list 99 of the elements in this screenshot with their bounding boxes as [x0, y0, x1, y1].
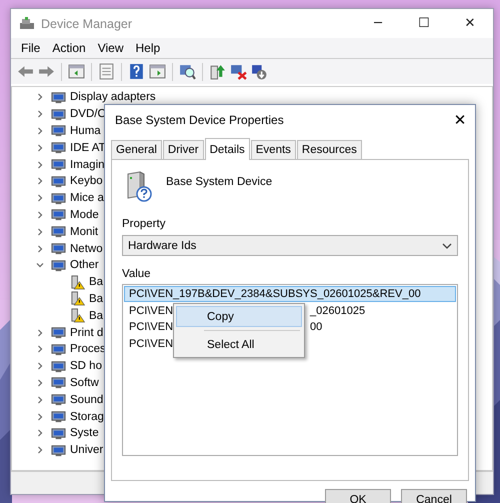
tree-item[interactable]: Storag: [70, 410, 104, 423]
update-icon[interactable]: [209, 63, 226, 80]
dialog-title: Base System Device Properties: [115, 113, 284, 127]
expand-chevron-icon[interactable]: [36, 362, 44, 370]
close-button[interactable]: ✕: [445, 107, 475, 133]
cancel-button[interactable]: Cancel: [401, 489, 467, 503]
collapse-chevron-icon[interactable]: [36, 261, 44, 270]
tree-item[interactable]: Keybo: [70, 175, 103, 188]
menu-item[interactable]: Help: [130, 39, 166, 57]
expand-chevron-icon[interactable]: [36, 412, 44, 421]
menu-item[interactable]: View: [92, 39, 130, 57]
tree-item[interactable]: IDE AT: [70, 142, 106, 154]
list-item-text: _02601025: [310, 304, 366, 317]
list-item-text: 00: [310, 321, 322, 334]
device-category-icon: [51, 258, 66, 273]
tree-item[interactable]: Mice a: [70, 192, 104, 204]
tree-item[interactable]: Display adapters: [70, 91, 156, 104]
device-category-icon: [51, 392, 66, 408]
list-item[interactable]: PCI\VEN_197B&DEV_2384&SUBSYS_02601025&REV_00: [124, 286, 456, 302]
expand-chevron-icon[interactable]: [36, 93, 44, 102]
tree-item[interactable]: Mode: [70, 208, 99, 221]
expand-chevron-icon[interactable]: [36, 194, 44, 202]
panel-icon[interactable]: [149, 63, 166, 80]
expand-chevron-icon[interactable]: [36, 396, 44, 404]
tree-item[interactable]: Monit: [70, 226, 98, 238]
device-category-icon: [51, 174, 66, 189]
device-category-icon: [51, 123, 66, 138]
device-category-icon: [51, 342, 66, 357]
tree-item[interactable]: Ba: [89, 276, 104, 288]
tree-item[interactable]: SD ho: [70, 360, 102, 372]
property-dropdown[interactable]: Hardware Ids: [122, 235, 458, 256]
context-menu-item[interactable]: Copy: [176, 306, 302, 327]
device-manager-icon: [19, 16, 35, 32]
tree-item[interactable]: Proces: [70, 343, 106, 356]
window-title: Device Manager: [41, 16, 132, 30]
warning-device-icon: [70, 308, 85, 324]
device-category-icon: [51, 325, 66, 340]
tree-item[interactable]: Univer: [70, 444, 104, 456]
device-category-icon: [51, 106, 66, 122]
expand-chevron-icon[interactable]: [36, 244, 44, 253]
scan-icon[interactable]: [179, 63, 196, 80]
menu-item[interactable]: Action: [46, 39, 92, 57]
tree-item[interactable]: Softw: [70, 376, 99, 389]
tree-item[interactable]: Ba: [89, 310, 104, 322]
minimize-button[interactable]: ─: [355, 9, 401, 38]
help-icon[interactable]: [128, 63, 145, 80]
device-category-icon: [51, 140, 66, 156]
tree-item[interactable]: DVD/C: [70, 108, 106, 120]
expand-chevron-icon[interactable]: [36, 446, 44, 454]
tree-item[interactable]: Syste: [70, 427, 99, 440]
expand-chevron-icon[interactable]: [36, 144, 44, 152]
expand-chevron-icon[interactable]: [36, 160, 44, 169]
device-category-icon: [51, 409, 66, 424]
download-icon[interactable]: [251, 63, 268, 80]
close-button[interactable]: ✕: [447, 9, 493, 38]
tree-item[interactable]: Huma: [70, 124, 101, 137]
ok-button[interactable]: OK: [325, 489, 391, 503]
maximize-button[interactable]: ☐: [401, 9, 447, 38]
property-label: Property: [122, 218, 166, 230]
device-category-icon: [51, 190, 66, 206]
menu-item[interactable]: File: [15, 39, 46, 57]
tree-item[interactable]: Ba: [89, 292, 104, 305]
tab[interactable]: Details: [204, 138, 250, 160]
expand-chevron-icon[interactable]: [36, 110, 44, 118]
uninstall-icon[interactable]: [230, 63, 247, 80]
device-category-icon: [51, 224, 66, 240]
device-category-icon: [51, 207, 66, 222]
tab[interactable]: Events: [250, 140, 296, 159]
expand-chevron-icon[interactable]: [36, 345, 44, 354]
device-category-icon: [51, 241, 66, 256]
panel-icon[interactable]: [68, 63, 85, 80]
device-category-icon: [51, 442, 66, 458]
device-category-icon: [51, 90, 66, 105]
expand-chevron-icon[interactable]: [36, 228, 44, 236]
tree-item[interactable]: Imagin: [70, 158, 105, 171]
device-category-icon: [51, 375, 66, 390]
device-category-icon: [51, 426, 66, 441]
list-icon[interactable]: [98, 63, 115, 80]
expand-chevron-icon[interactable]: [36, 210, 44, 219]
tree-item[interactable]: Other: [70, 259, 99, 272]
tree-item[interactable]: Print d: [70, 326, 104, 339]
tab[interactable]: Driver: [162, 140, 204, 159]
expand-chevron-icon[interactable]: [36, 429, 44, 438]
device-category-icon: [51, 157, 66, 172]
device-name: Base System Device: [166, 176, 272, 188]
value-label: Value: [122, 268, 152, 280]
tab[interactable]: Resources: [296, 140, 362, 159]
warning-device-icon: [70, 291, 85, 306]
expand-chevron-icon[interactable]: [36, 328, 44, 337]
warning-device-icon: [70, 274, 85, 290]
tab[interactable]: General: [111, 140, 162, 159]
tree-item[interactable]: Sound: [70, 394, 104, 406]
expand-chevron-icon[interactable]: [36, 177, 44, 186]
expand-chevron-icon[interactable]: [36, 126, 44, 135]
context-menu-item[interactable]: Select All: [176, 334, 302, 355]
tree-item[interactable]: Netwo: [70, 242, 103, 255]
dropdown-chevron-icon: [442, 242, 452, 248]
expand-chevron-icon[interactable]: [36, 378, 44, 387]
device-category-icon: [51, 358, 66, 374]
